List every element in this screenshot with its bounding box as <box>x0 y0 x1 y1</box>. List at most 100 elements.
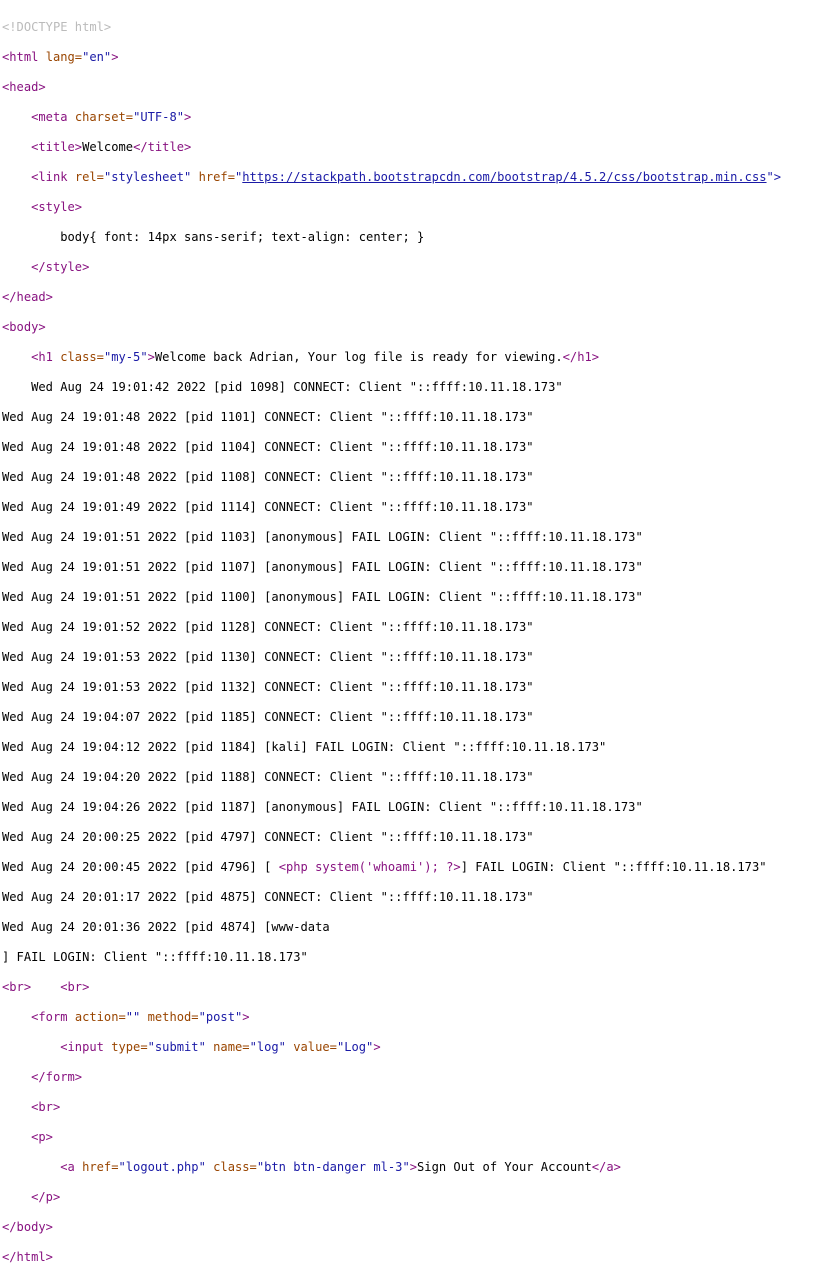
link-tag-close: "> <box>766 170 782 184</box>
style-open-line: <style> <box>2 200 781 215</box>
h1-class-attr: class= <box>60 350 104 364</box>
log-line: Wed Aug 24 19:01:51 2022 [pid 1100] [ano… <box>2 590 643 604</box>
input-line: <input type="submit" name="log" value="L… <box>2 1040 781 1055</box>
p-tag-close: </p> <box>31 1190 61 1204</box>
doctype-line: <!DOCTYPE html> <box>2 20 781 35</box>
style-tag-open: <style> <box>31 200 83 214</box>
anchor-href-value: "logout.php" <box>118 1160 206 1174</box>
input-type-value: "submit" <box>147 1040 206 1054</box>
p-tag-open: <p> <box>31 1130 53 1144</box>
meta-charset-attr: charset= <box>74 110 134 124</box>
style-close-line: </style> <box>2 260 781 275</box>
form-method-value: "post" <box>198 1010 243 1024</box>
input-type-attr: type= <box>111 1040 148 1054</box>
log-line: Wed Aug 24 19:01:48 2022 [pid 1101] CONN… <box>2 410 534 424</box>
anchor-class-value: "btn btn-danger ml-3" <box>256 1160 410 1174</box>
link-rel-value: "stylesheet" <box>103 170 192 184</box>
html-close-line: </html> <box>2 1250 781 1265</box>
log-line: Wed Aug 24 19:01:48 2022 [pid 1104] CONN… <box>2 440 534 454</box>
style-text: body{ font: 14px sans-serif; text-align:… <box>60 230 425 244</box>
log-line-php-injection: Wed Aug 24 20:00:45 2022 [pid 4796] [ <p… <box>2 860 781 875</box>
log-line: Wed Aug 24 19:04:07 2022 [pid 1185] CONN… <box>2 710 534 724</box>
log-line: Wed Aug 24 19:04:20 2022 [pid 1188] CONN… <box>2 770 534 784</box>
sign-out-text: Sign Out of Your Account <box>417 1160 592 1174</box>
log-line: Wed Aug 24 19:01:53 2022 [pid 1132] CONN… <box>2 680 534 694</box>
log-line: Wed Aug 24 19:01:48 2022 [pid 1108] CONN… <box>2 470 534 484</box>
html-lang-attr: lang= <box>45 50 83 64</box>
html-tag: <html <box>2 50 39 64</box>
title-tag-open: <title> <box>31 140 83 154</box>
form-open-line: <form action="" method="post"> <box>2 1010 781 1025</box>
head-open-line: <head> <box>2 80 781 95</box>
html-lang-value: "en" <box>82 50 112 64</box>
form-action-value: "" <box>125 1010 141 1024</box>
p-open-line: <p> <box>2 1130 781 1145</box>
log-line: Wed Aug 24 19:01:52 2022 [pid 1128] CONN… <box>2 620 534 634</box>
title-text: Welcome <box>82 140 134 154</box>
title-line: <title>Welcome</title> <box>2 140 781 155</box>
input-value-attr: value= <box>293 1040 337 1054</box>
h1-line: <h1 class="my-5">Welcome back Adrian, Yo… <box>2 350 781 365</box>
log-line: ] FAIL LOGIN: Client "::ffff:10.11.18.17… <box>2 950 308 964</box>
body-tag-close: </body> <box>2 1220 53 1234</box>
anchor-line: <a href="logout.php" class="btn btn-dang… <box>2 1160 781 1175</box>
meta-tag: <meta <box>31 110 68 124</box>
meta-line: <meta charset="UTF-8"> <box>2 110 781 125</box>
style-tag-close: </style> <box>31 260 90 274</box>
form-tag-gt: > <box>242 1010 250 1024</box>
link-rel-attr: rel= <box>74 170 104 184</box>
input-tag: <input <box>60 1040 104 1054</box>
form-tag: <form <box>31 1010 68 1024</box>
br-pair-line: <br> <br> <box>2 980 781 995</box>
meta-tag-close: > <box>184 110 192 124</box>
log-line: Wed Aug 24 19:01:49 2022 [pid 1114] CONN… <box>2 500 534 514</box>
html-open-line: <html lang="en"> <box>2 50 781 65</box>
input-name-attr: name= <box>213 1040 250 1054</box>
form-method-attr: method= <box>147 1010 199 1024</box>
br-tag: <br> <box>60 980 90 994</box>
title-tag-close: </title> <box>133 140 192 154</box>
h1-tag: <h1 <box>31 350 53 364</box>
php-injection-tag: <php system('whoami'); ?> <box>278 860 461 874</box>
welcome-heading-text: Welcome back Adrian, Your log file is re… <box>154 350 563 364</box>
stylesheet-url-link[interactable]: https://stackpath.bootstrapcdn.com/boots… <box>242 170 766 184</box>
meta-charset-value: "UTF-8" <box>133 110 185 124</box>
br-tag: <br> <box>2 980 32 994</box>
head-tag: <head> <box>2 80 46 94</box>
anchor-tag: <a <box>60 1160 75 1174</box>
log-line: Wed Aug 24 20:01:36 2022 [pid 4874] [www… <box>2 920 330 934</box>
link-line: <link rel="stylesheet" href="https://sta… <box>2 170 781 185</box>
log-line-suffix: ] FAIL LOGIN: Client "::ffff:10.11.18.17… <box>460 860 767 874</box>
view-source-document: <!DOCTYPE html> <html lang="en"> <head> … <box>2 5 781 1280</box>
body-close-line: </body> <box>2 1220 781 1235</box>
log-line: Wed Aug 24 19:01:53 2022 [pid 1130] CONN… <box>2 650 534 664</box>
br-line: <br> <box>2 1100 781 1115</box>
link-href-attr: href= <box>198 170 235 184</box>
body-open-line: <body> <box>2 320 781 335</box>
h1-tag-gt: > <box>147 350 155 364</box>
anchor-tag-close: </a> <box>591 1160 621 1174</box>
style-text-line: body{ font: 14px sans-serif; text-align:… <box>2 230 781 245</box>
input-name-value: "log" <box>249 1040 286 1054</box>
input-tag-gt: > <box>373 1040 381 1054</box>
p-close-line: </p> <box>2 1190 781 1205</box>
form-action-attr: action= <box>74 1010 126 1024</box>
anchor-tag-gt: > <box>409 1160 418 1174</box>
html-tag-close: </html> <box>2 1250 53 1264</box>
h1-tag-close: </h1> <box>562 350 600 364</box>
log-line: Wed Aug 24 19:01:42 2022 [pid 1098] CONN… <box>2 380 563 394</box>
link-tag: <link <box>31 170 68 184</box>
head-tag-close: </head> <box>2 290 53 304</box>
doctype: <!DOCTYPE html> <box>2 20 112 34</box>
log-line: Wed Aug 24 20:01:17 2022 [pid 4875] CONN… <box>2 890 534 904</box>
log-line-prefix: Wed Aug 24 20:00:45 2022 [pid 4796] [ <box>2 860 279 874</box>
input-value-value: "Log" <box>336 1040 374 1054</box>
h1-class-value: "my-5" <box>103 350 148 364</box>
html-tag-close: > <box>111 50 119 64</box>
form-close-line: </form> <box>2 1070 781 1085</box>
log-line: Wed Aug 24 19:01:51 2022 [pid 1103] [ano… <box>2 530 643 544</box>
log-line: Wed Aug 24 20:00:25 2022 [pid 4797] CONN… <box>2 830 534 844</box>
form-tag-close: </form> <box>31 1070 83 1084</box>
br-tag: <br> <box>31 1100 61 1114</box>
log-line: Wed Aug 24 19:04:12 2022 [pid 1184] [kal… <box>2 740 607 754</box>
